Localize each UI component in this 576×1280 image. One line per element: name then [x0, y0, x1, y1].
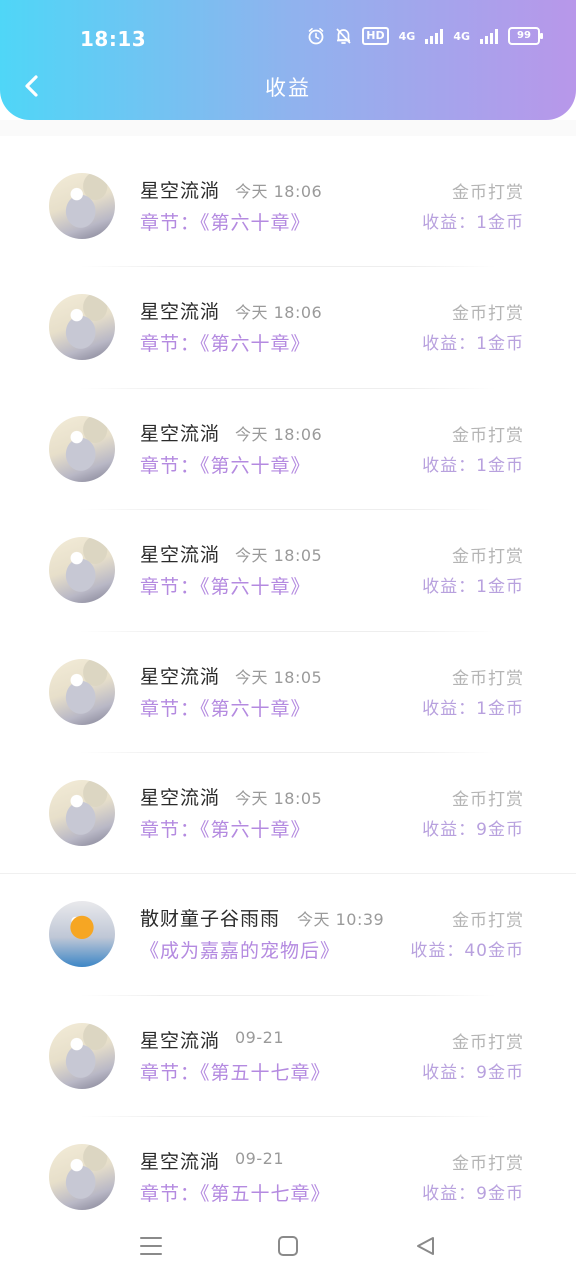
- earning-amount: 收益：9金币: [422, 1062, 524, 1083]
- avatar[interactable]: [49, 294, 115, 361]
- record-time: 今天 18:05: [235, 667, 323, 687]
- earning-record[interactable]: 散财童子谷雨雨 今天 10:39 《成为嘉嘉的宠物后》 金币打赏 收益：40金币: [0, 874, 576, 996]
- earning-record[interactable]: 星空流淌 今天 18:05 章节：《第六十章》 金币打赏 收益：1金币: [0, 632, 576, 753]
- earning-amount: 收益：9金币: [422, 1184, 524, 1205]
- record-time: 今天 18:06: [235, 182, 323, 201]
- status-icons: HD 4G 4G 99: [307, 27, 543, 45]
- book-title-label: 《成为嘉嘉的宠物后》: [140, 940, 341, 963]
- earning-record[interactable]: 星空流淌 今天 18:06 章节：《第六十章》 金币打赏 收益：1金币: [0, 267, 576, 389]
- sender-name: 星空流淌: [140, 422, 221, 445]
- menu-icon[interactable]: [139, 1235, 163, 1257]
- system-back-button[interactable]: [410, 1231, 440, 1261]
- bell-off-icon: [336, 28, 351, 44]
- earning-record[interactable]: 星空流淌 今天 18:06 章节：《第六十章》 金币打赏 收益：1金币: [0, 389, 576, 511]
- record-time: 09-21: [235, 1149, 284, 1169]
- avatar[interactable]: [49, 1144, 115, 1211]
- record-type: 金币打赏: [452, 789, 524, 810]
- signal-icon-2: [480, 28, 498, 44]
- record-type: 金币打赏: [452, 425, 524, 446]
- recent-apps-button[interactable]: [136, 1231, 166, 1261]
- sender-name: 星空流淌: [140, 665, 221, 688]
- header-bar: 18:13 HD 4G 4G 99 收益: [0, 0, 576, 120]
- earning-record[interactable]: 星空流淌 今天 18:05 章节：《第六十章》 金币打赏 收益：1金币: [0, 510, 576, 632]
- home-button[interactable]: [273, 1231, 303, 1261]
- record-type: 金币打赏: [452, 547, 524, 568]
- record-type: 金币打赏: [452, 183, 524, 203]
- earning-record[interactable]: 星空流淌 09-21 章节：《第五十七章》 金币打赏 收益：9金币: [0, 996, 576, 1118]
- status-bar: 18:13 HD 4G 4G 99: [0, 0, 576, 76]
- chapter-label: 章节：《第六十章》: [140, 818, 311, 841]
- record-time: 09-21: [235, 1027, 284, 1047]
- earning-record[interactable]: 星空流淌 今天 18:05 章节：《第六十章》 金币打赏 收益：9金币: [0, 753, 576, 875]
- chapter-label: 章节：《第六十章》: [140, 576, 311, 599]
- record-type: 金币打赏: [452, 1154, 524, 1175]
- record-type: 金币打赏: [452, 304, 524, 325]
- signal-icon: [425, 28, 444, 44]
- network-type-2: 4G: [453, 29, 470, 43]
- avatar[interactable]: [49, 658, 115, 725]
- record-time: 今天 18:05: [235, 788, 323, 808]
- record-type: 金币打赏: [452, 668, 524, 689]
- avatar[interactable]: [49, 1022, 115, 1089]
- chapter-label: 章节：《第五十七章》: [140, 1061, 331, 1084]
- record-type: 金币打赏: [452, 1032, 524, 1053]
- sender-name: 星空流淌: [140, 1029, 221, 1052]
- sender-name: 星空流淌: [140, 301, 221, 324]
- earning-amount: 收益：1金币: [422, 577, 524, 598]
- battery-icon: 99: [508, 27, 543, 45]
- sender-name: 散财童子谷雨雨: [140, 908, 281, 931]
- header-spacer: [0, 120, 576, 136]
- sender-name: 星空流淌: [140, 544, 221, 567]
- network-type-1: 4G: [398, 29, 416, 43]
- record-time: 今天 18:06: [235, 424, 323, 444]
- home-square-icon[interactable]: [277, 1235, 299, 1257]
- sender-name: 星空流淌: [140, 180, 221, 202]
- avatar[interactable]: [49, 901, 115, 968]
- alarm-icon: [308, 28, 324, 45]
- avatar[interactable]: [49, 537, 115, 604]
- avatar[interactable]: [49, 415, 115, 482]
- chapter-label: 章节：《第六十章》: [140, 697, 311, 720]
- earning-amount: 收益：9金币: [422, 819, 524, 840]
- earning-record[interactable]: 星空流淌 今天 18:06 章节：《第六十章》 金币打赏 收益：1金币: [0, 146, 576, 268]
- earnings-list[interactable]: 星空流淌 今天 18:06 章节：《第六十章》 金币打赏 收益：1金币 星空流淌…: [0, 146, 576, 1239]
- sender-name: 星空流淌: [140, 786, 221, 809]
- page-title: 收益: [265, 76, 311, 100]
- record-type: 金币打赏: [452, 911, 524, 932]
- earning-amount: 收益：40金币: [410, 941, 524, 962]
- sender-name: 星空流淌: [140, 1151, 221, 1174]
- chapter-label: 章节：《第五十七章》: [140, 1183, 331, 1206]
- system-nav-bar: [0, 1218, 576, 1280]
- back-triangle-icon[interactable]: [414, 1235, 436, 1257]
- earning-amount: 收益：1金币: [422, 698, 524, 719]
- chapter-label: 章节：《第六十章》: [140, 212, 311, 234]
- hd-badge: HD: [362, 27, 389, 45]
- avatar[interactable]: [49, 779, 115, 846]
- chapter-label: 章节：《第六十章》: [140, 333, 311, 356]
- chapter-label: 章节：《第六十章》: [140, 454, 311, 477]
- earning-amount: 收益：1金币: [422, 213, 524, 233]
- record-time: 今天 10:39: [297, 910, 385, 930]
- battery-level: 99: [517, 30, 531, 41]
- earning-amount: 收益：1金币: [422, 334, 524, 355]
- earning-amount: 收益：1金币: [422, 455, 524, 476]
- record-time: 今天 18:05: [235, 546, 323, 566]
- status-time: 18:13: [80, 27, 147, 51]
- record-time: 今天 18:06: [235, 303, 323, 323]
- avatar[interactable]: [49, 173, 115, 239]
